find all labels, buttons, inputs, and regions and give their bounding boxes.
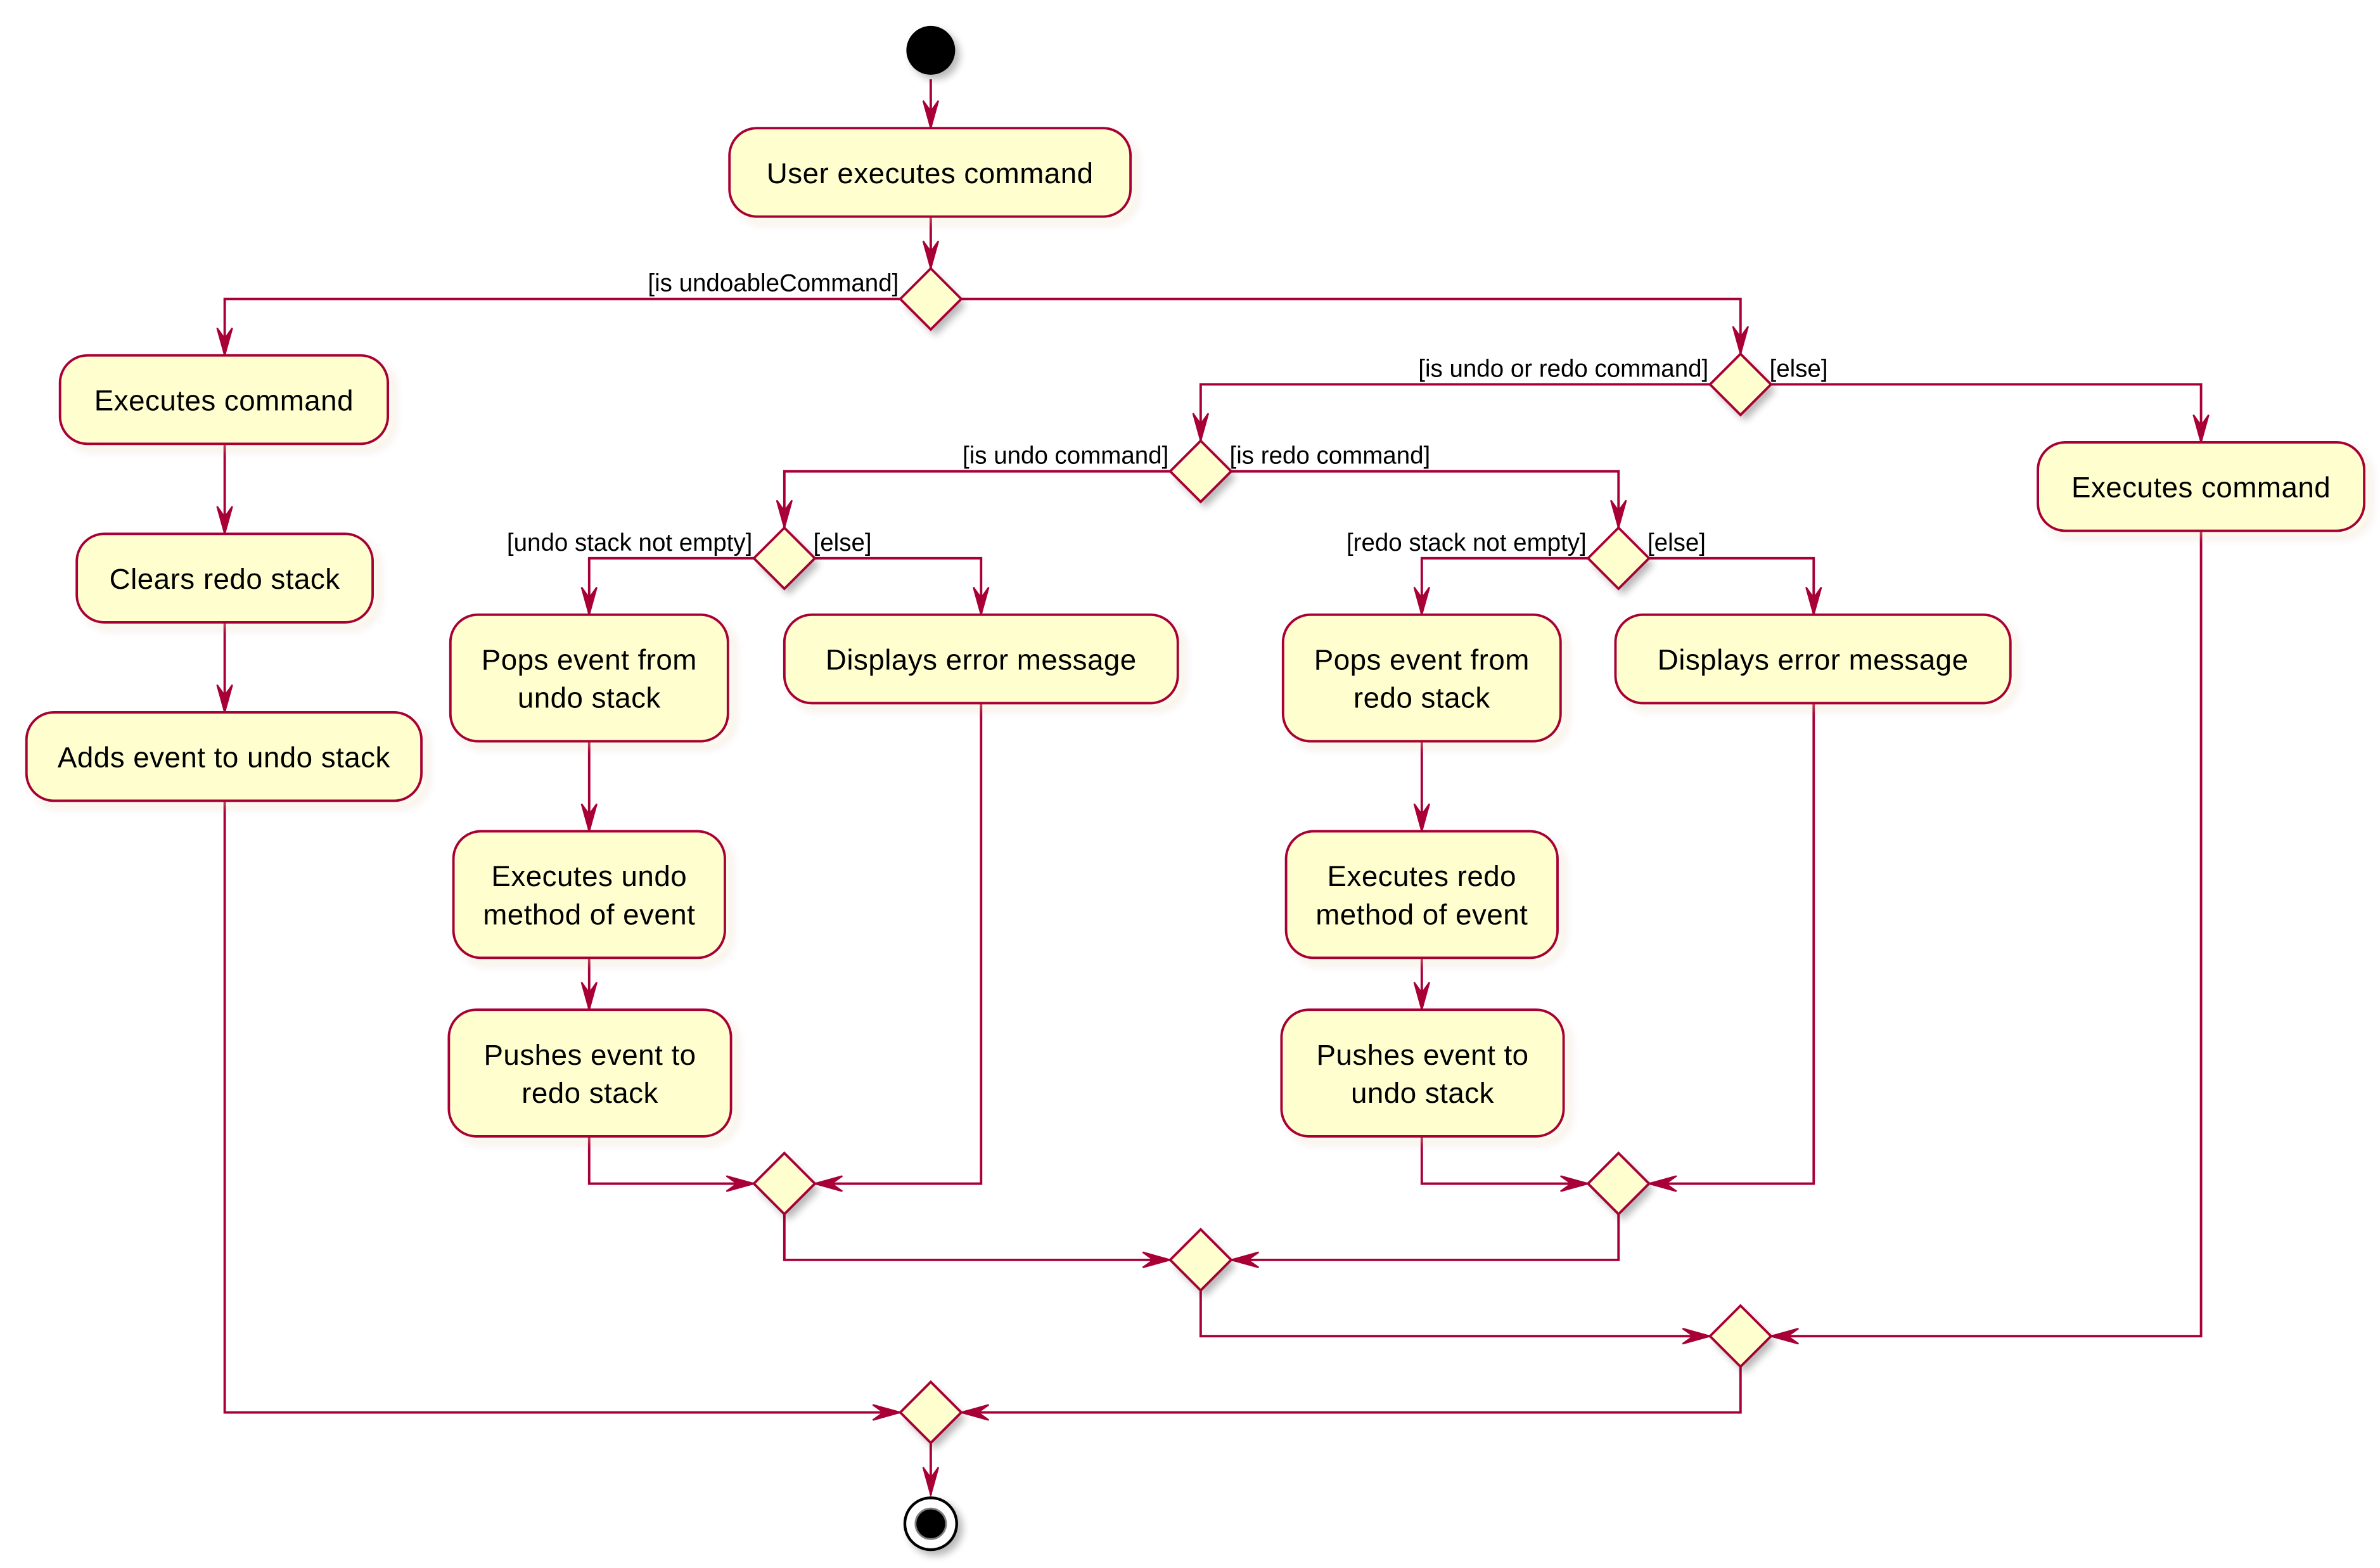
flow-edge <box>1770 383 2203 442</box>
decision-d-undo-or-redo <box>1168 439 1233 504</box>
merge-m-else <box>1708 1304 1773 1369</box>
flow-edge <box>961 1366 1742 1414</box>
guard-labels: [is undoableCommand] [is undo or redo com… <box>507 270 1828 556</box>
flow-edge <box>961 297 1742 354</box>
flow-edge <box>1199 383 1710 441</box>
guard-label-left: [is undo command] <box>963 442 1168 470</box>
flow-edge <box>1231 470 1620 528</box>
merge-m-redo <box>1586 1151 1651 1216</box>
guard-label-right: [else] <box>1770 355 1828 382</box>
decision-d-undo-empty <box>752 525 817 591</box>
decision-d-undoredo <box>1708 352 1773 417</box>
activity-pop-undo: Pops event from undo stack <box>449 613 736 749</box>
flow-edge <box>783 470 1170 528</box>
guard-label-left: [redo stack not empty] <box>1347 529 1587 556</box>
activity-label: Executes command <box>94 384 354 416</box>
activity-label: redo stack <box>521 1077 658 1109</box>
guard-label-left: [is undo or redo command] <box>1418 355 1708 382</box>
activity-label: undo stack <box>518 682 661 714</box>
guard-label-right: [else] <box>1647 529 1706 556</box>
guard-label-left: [undo stack not empty] <box>507 529 752 556</box>
activity-label: redo stack <box>1353 682 1490 714</box>
activity-pop-redo: Pops event from redo stack <box>1281 613 1568 749</box>
activity-label: Pops event from <box>482 644 697 676</box>
activity-label: Adds event to undo stack <box>58 742 390 774</box>
activity-push-undo: Pushes event to undo stack <box>1280 1008 1571 1144</box>
nodes: User executes command Executes command Cle… <box>25 25 2372 1556</box>
activity-label: Pushes event to <box>1316 1039 1528 1071</box>
merge-m-final <box>899 1380 963 1445</box>
activity-label: undo stack <box>1351 1077 1494 1109</box>
flow-edge <box>1199 1290 1710 1338</box>
activity-push-redo: Pushes event to redo stack <box>447 1008 739 1144</box>
activity-label: Pushes event to <box>483 1039 696 1071</box>
flow-edge <box>1420 556 1589 615</box>
merge-m-undo <box>752 1151 817 1216</box>
decision-d-undoable <box>899 266 963 331</box>
activity-label: Displays error message <box>826 644 1137 676</box>
flow-edge <box>223 297 900 356</box>
activity-exec-other: Executes command <box>2037 440 2372 539</box>
flow-edge <box>1231 1214 1620 1261</box>
guard-label-right: [else] <box>814 529 872 556</box>
activity-label: User executes command <box>767 157 1094 190</box>
activity-label: Executes redo <box>1328 860 1517 892</box>
activity-user-exec: User executes command <box>728 127 1138 224</box>
flow-edge <box>814 556 983 615</box>
activity-label: Pops event from <box>1314 644 1530 676</box>
decision-d-redo-empty <box>1586 525 1651 591</box>
activity-err-undo: Displays error message <box>783 613 1186 711</box>
end-node-inner <box>914 1507 947 1540</box>
guard-label-left: [is undoableCommand] <box>648 270 899 297</box>
activity-exec-undo: Executes undo method of event <box>452 830 733 965</box>
activity-label: method of event <box>483 898 695 930</box>
flow-edge <box>1649 556 1815 615</box>
activity-exec-undoable: Executes command <box>58 354 395 451</box>
activity-label: method of event <box>1315 898 1528 930</box>
guard-label-right: [is redo command] <box>1230 442 1431 470</box>
activity-err-redo: Displays error message <box>1614 613 2018 711</box>
activity-diagram: User executes command Executes command Cle… <box>25 25 2372 1556</box>
activity-label: Executes command <box>2071 472 2331 504</box>
merge-m-undoredo <box>1168 1228 1233 1292</box>
flow-edge <box>814 703 983 1185</box>
activity-add-undo: Adds event to undo stack <box>25 710 429 809</box>
activity-exec-redo: Executes redo method of event <box>1284 830 1565 965</box>
activity-label: Displays error message <box>1658 644 1969 676</box>
flow-edge <box>783 1214 1170 1261</box>
activity-label: Clears redo stack <box>110 563 340 595</box>
activity-label: Executes undo <box>491 860 687 892</box>
flow-edge <box>1649 703 1815 1185</box>
activity-clear-redo: Clears redo stack <box>75 532 380 630</box>
flow-edge <box>587 556 754 615</box>
start-node <box>906 25 956 75</box>
